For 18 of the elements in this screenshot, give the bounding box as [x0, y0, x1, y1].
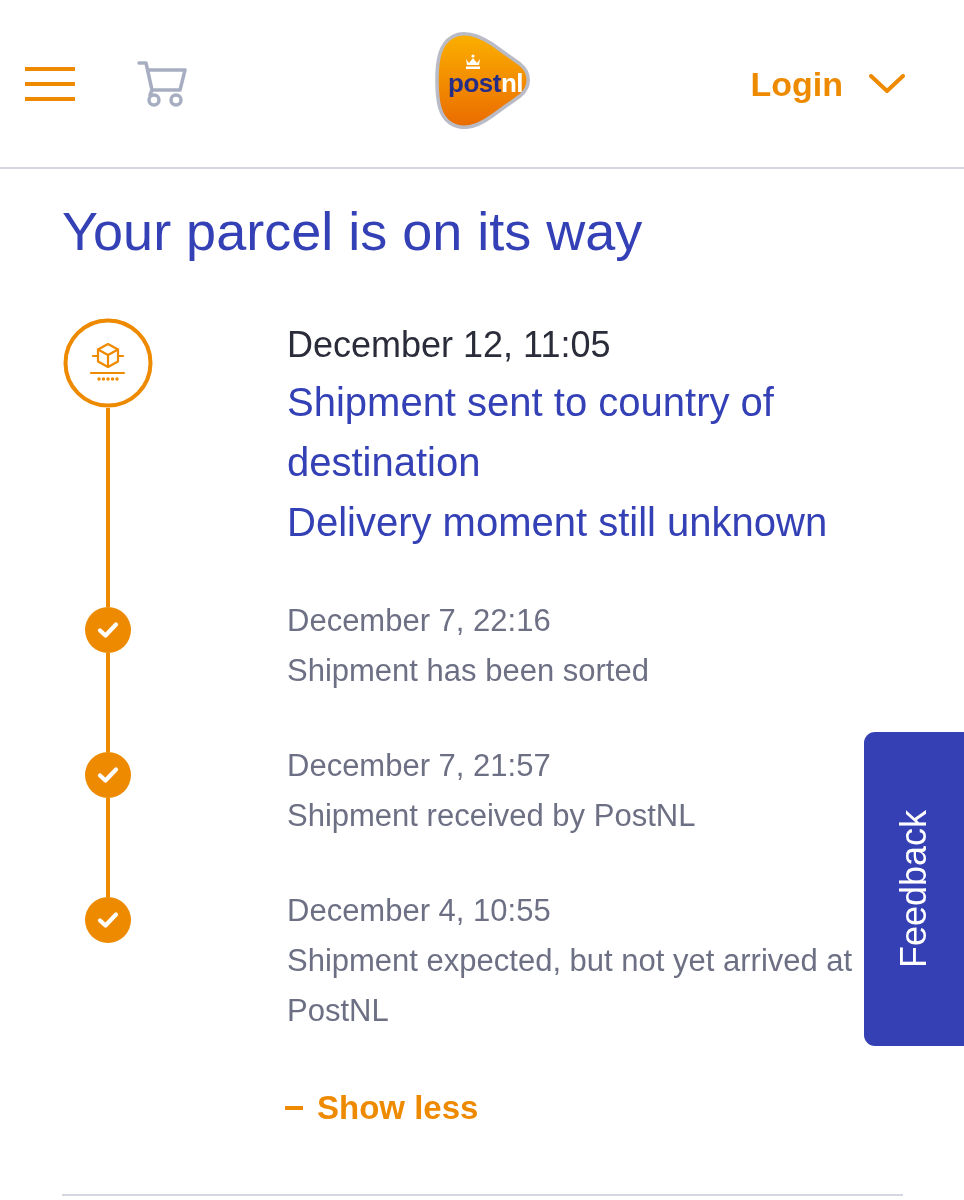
logo-wordmark: postnl	[448, 67, 523, 98]
event-date: December 12, 11:05	[287, 323, 612, 367]
event-description: Shipment has been sorted	[287, 652, 650, 690]
shopping-cart-icon[interactable]	[137, 60, 187, 107]
crown-icon	[464, 53, 482, 70]
event-description: Shipment expected, but not yet arrived at PostNL	[287, 942, 854, 1030]
menu-icon[interactable]	[25, 66, 75, 101]
event-date: December 7, 21:57	[287, 747, 552, 785]
event-date: December 4, 10:55	[287, 892, 552, 930]
status-text: Shipment sent to country of destination	[287, 379, 775, 486]
event-description: Shipment received by PostNL	[287, 797, 697, 835]
event-date: December 7, 22:16	[287, 602, 552, 640]
status-text: Delivery moment still unknown	[287, 499, 829, 546]
logo[interactable]: postnl	[432, 30, 532, 129]
page-title: Your parcel is on its way	[62, 200, 644, 263]
show-less-button[interactable]: Show less	[285, 1084, 479, 1132]
feedback-tab[interactable]: Feedback	[864, 732, 964, 1046]
login-button[interactable]: Login	[750, 63, 905, 104]
